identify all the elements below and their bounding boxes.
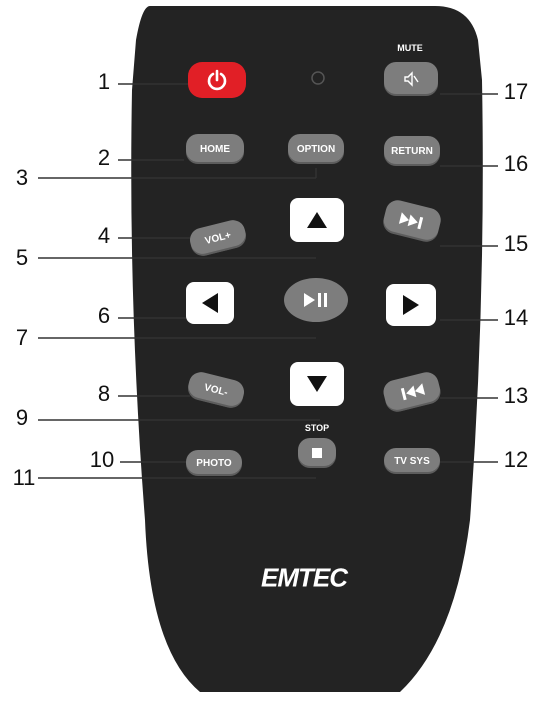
callout-9: 9 [15, 405, 29, 430]
callout-6: 6 [97, 303, 111, 328]
right-button[interactable] [386, 284, 436, 326]
stop-caption: STOP [304, 423, 330, 433]
callout-14: 14 [503, 305, 529, 330]
callout-13: 13 [503, 383, 529, 408]
callout-2: 2 [97, 145, 111, 170]
callout-4: 4 [97, 223, 111, 248]
up-button[interactable] [290, 198, 344, 242]
callout-5: 5 [15, 245, 29, 270]
callout-15: 15 [503, 231, 529, 256]
arrow-up-icon [307, 212, 327, 228]
option-button[interactable]: OPTION [288, 134, 344, 164]
return-button[interactable]: RETURN [384, 136, 440, 166]
remote-body [38, 6, 498, 692]
power-button[interactable] [188, 62, 246, 98]
play-pause-button[interactable] [284, 278, 348, 322]
callout-17: 17 [503, 79, 529, 104]
arrow-down-icon [307, 376, 327, 392]
mute-icon [404, 71, 419, 87]
arrow-left-icon [202, 293, 218, 313]
callout-10: 10 [89, 447, 115, 472]
callout-11: 11 [12, 465, 36, 490]
callout-7: 7 [15, 325, 29, 350]
callout-12: 12 [503, 447, 529, 472]
tv-sys-button[interactable]: TV SYS [384, 448, 440, 474]
arrow-right-icon [403, 295, 419, 315]
mute-button[interactable] [384, 62, 438, 96]
photo-button[interactable]: PHOTO [186, 450, 242, 476]
callout-3: 3 [15, 165, 29, 190]
callout-8: 8 [97, 381, 111, 406]
remote-diagram: MUTE HOME OPTION RETURN VOL+ VOL- STOP P… [0, 0, 536, 702]
previous-track-icon [400, 383, 426, 401]
callout-1: 1 [97, 69, 111, 94]
mute-caption: MUTE [397, 43, 423, 53]
down-button[interactable] [290, 362, 344, 406]
play-pause-icon [304, 293, 327, 307]
callout-16: 16 [503, 151, 529, 176]
brand-logo: EMTEC [261, 562, 348, 593]
left-button[interactable] [186, 282, 234, 324]
home-button[interactable]: HOME [186, 134, 244, 164]
next-track-icon [398, 212, 424, 230]
stop-button[interactable] [298, 438, 336, 468]
stop-icon [312, 448, 322, 458]
power-icon [207, 69, 227, 91]
